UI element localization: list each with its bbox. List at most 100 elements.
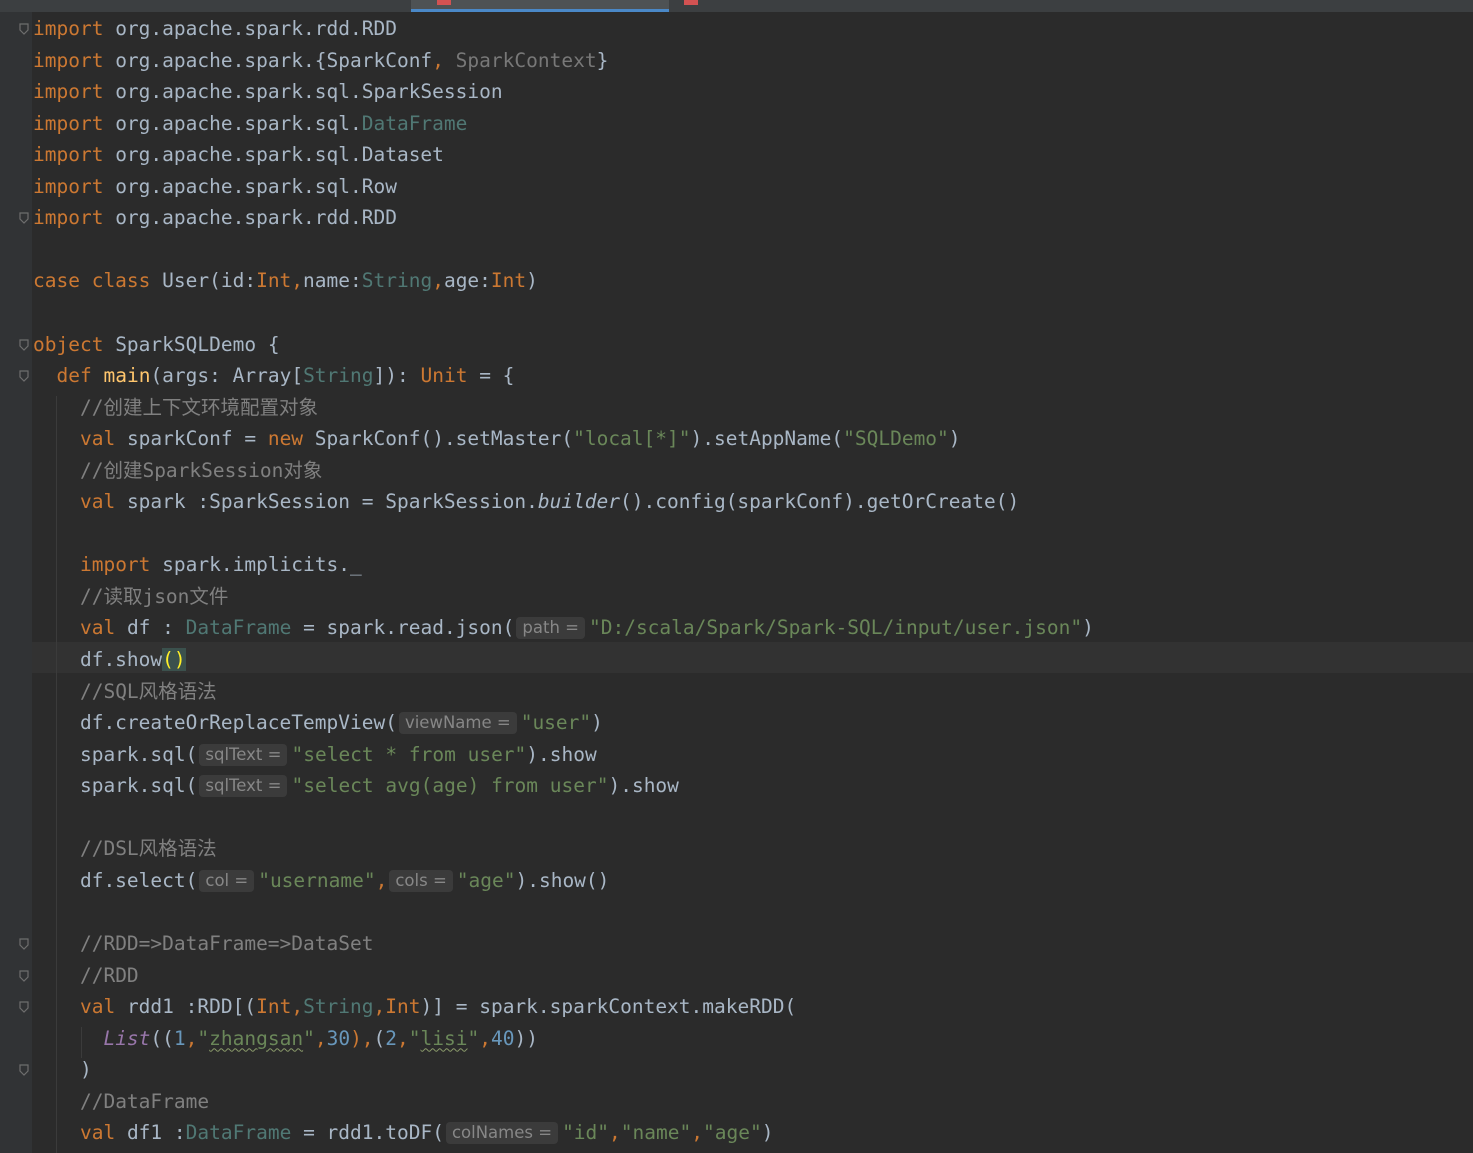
code-token: import — [33, 48, 104, 72]
code-token: //DSL风格语法 — [79, 837, 217, 861]
code-token: String — [303, 364, 374, 388]
code-token: val — [79, 427, 116, 451]
code-token: " — [303, 1026, 315, 1050]
code-line[interactable]: spark.sql(sqlText = "select avg(age) from… — [33, 770, 679, 801]
code-token: org.apache.spark.{SparkConf — [103, 48, 433, 72]
code-token: df.show — [33, 648, 163, 671]
code-line[interactable]: import org.apache.spark.sql.DataFrame — [33, 108, 467, 139]
code-line[interactable]: import org.apache.spark.sql.SparkSession — [33, 76, 503, 107]
code-token: age: — [443, 269, 491, 293]
parameter-hint: viewName = — [398, 712, 517, 735]
code-line[interactable]: //DataFrame — [33, 1086, 209, 1117]
code-token: SparkContext — [443, 48, 597, 72]
fold-marker-icon[interactable] — [19, 23, 29, 35]
code-line[interactable]: import org.apache.spark.sql.Dataset — [33, 139, 444, 170]
code-token: //创建SparkSession对象 — [79, 458, 323, 482]
parameter-hint: colNames = — [445, 1122, 559, 1145]
fold-marker-icon[interactable] — [19, 938, 29, 950]
code-token: rdd1 :RDD[( — [115, 995, 257, 1019]
code-line[interactable]: //读取json文件 — [33, 581, 228, 612]
code-token: List — [103, 1026, 151, 1050]
code-token: spark.sql( — [33, 774, 198, 798]
code-line[interactable]: ) — [33, 1054, 92, 1085]
code-token: name: — [303, 269, 362, 293]
code-line[interactable]: //DSL风格语法 — [33, 833, 217, 864]
code-token: case class — [33, 269, 151, 293]
code-token: ) — [33, 1058, 92, 1082]
code-token: , — [185, 1026, 198, 1050]
code-line[interactable]: val df1 :DataFrame = rdd1.toDF(colNames … — [33, 1117, 773, 1148]
scala-file-icon — [437, 0, 451, 5]
code-token: //RDD=>DataFrame=>DataSet — [79, 931, 374, 955]
code-line[interactable]: import org.apache.spark.{SparkConf, Spar… — [33, 45, 608, 76]
code-line[interactable]: import spark.implicits._ — [33, 549, 362, 580]
code-line[interactable]: List((1,"zhangsan",30),(2,"lisi",40)) — [33, 1023, 538, 1054]
code-token: , — [373, 995, 386, 1019]
editor-tab[interactable] — [0, 0, 405, 12]
code-token: org.apache.spark.rdd.RDD — [103, 206, 397, 230]
code-token: "id" — [562, 1121, 610, 1145]
scala-file-icon — [684, 0, 698, 5]
fold-marker-icon[interactable] — [19, 1064, 29, 1076]
code-token: object — [33, 332, 104, 356]
code-token: , — [291, 995, 304, 1019]
fold-marker-icon[interactable] — [19, 212, 29, 225]
code-line[interactable]: import org.apache.spark.sql.Row — [33, 171, 397, 202]
code-token: ) — [591, 711, 603, 735]
code-line[interactable]: df.createOrReplaceTempView(viewName = "us… — [33, 707, 603, 738]
code-token: val — [79, 995, 116, 1019]
fold-marker-icon[interactable] — [19, 370, 29, 382]
code-token: ) — [948, 427, 961, 451]
code-token: 1 — [173, 1026, 186, 1050]
code-line[interactable]: df.show() — [33, 644, 186, 675]
code-line[interactable]: object SparkSQLDemo { — [33, 329, 280, 360]
code-token: = { — [467, 364, 515, 388]
fold-marker-icon[interactable] — [19, 338, 29, 351]
code-token: DataFrame — [185, 616, 292, 640]
code-token: (args: Array[ — [150, 364, 304, 388]
code-token: () — [162, 648, 186, 671]
code-line[interactable]: //RDD — [33, 960, 139, 991]
parameter-hint: cols = — [389, 869, 453, 892]
code-token: Int — [490, 269, 527, 293]
code-line[interactable]: spark.sql(sqlText = "select * from user")… — [33, 739, 597, 770]
code-token: , — [314, 1026, 327, 1050]
code-line[interactable]: //创建上下文环境配置对象 — [33, 392, 318, 423]
code-token: (( — [150, 1026, 174, 1050]
fold-marker-icon[interactable] — [19, 1001, 29, 1013]
code-line[interactable]: import org.apache.spark.rdd.RDD — [33, 13, 397, 44]
code-token: Int — [256, 995, 292, 1019]
code-line[interactable]: val rdd1 :RDD[(Int,String,Int)] = spark.… — [33, 991, 796, 1022]
code-token: main — [103, 364, 151, 388]
fold-marker-icon[interactable] — [19, 969, 29, 982]
code-line[interactable]: case class User(id:Int,name:String,age:I… — [33, 265, 538, 296]
code-line[interactable]: //RDD=>DataFrame=>DataSet — [33, 928, 374, 959]
code-token: , — [691, 1121, 703, 1145]
code-token: DataFrame — [361, 111, 468, 135]
code-token: , — [432, 269, 444, 293]
code-line[interactable]: val df : DataFrame = spark.read.json(pat… — [33, 612, 1094, 643]
code-line[interactable]: val spark :SparkSession = SparkSession.b… — [33, 486, 1019, 517]
code-token: //读取json文件 — [79, 584, 229, 608]
code-token: org.apache.spark.sql.SparkSession — [103, 80, 503, 104]
editor-tab-bar — [0, 0, 1473, 12]
code-token: "age" — [456, 868, 516, 892]
code-line[interactable]: //SQL风格语法 — [33, 676, 217, 707]
code-token: , — [609, 1121, 621, 1145]
code-line[interactable]: import org.apache.spark.rdd.RDD — [33, 202, 397, 233]
code-line[interactable]: def main(args: Array[String]): Unit = { — [33, 360, 514, 391]
code-line[interactable]: //创建SparkSession对象 — [33, 455, 322, 486]
code-editor[interactable]: import org.apache.spark.rdd.RDD import or… — [0, 0, 1473, 1153]
editor-tab[interactable] — [680, 0, 880, 12]
code-token: "select avg(age) from user" — [291, 774, 609, 798]
code-token: = rdd1.toDF( — [291, 1121, 444, 1145]
code-token: } — [596, 48, 609, 72]
code-line[interactable]: df.select(col = "username", cols = "age").s… — [33, 865, 609, 896]
code-line[interactable]: val sparkConf = new SparkConf().setMaste… — [33, 423, 961, 454]
editor-tab-active[interactable] — [411, 0, 669, 12]
code-token: //创建上下文环境配置对象 — [79, 395, 318, 419]
